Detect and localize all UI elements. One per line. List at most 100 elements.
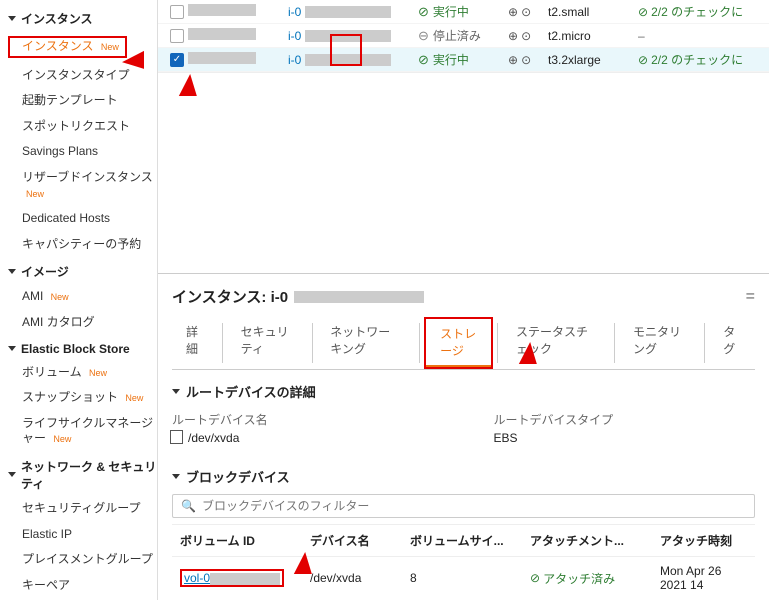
tab[interactable]: 詳細 [172, 317, 218, 369]
cell-attach-time: Mon Apr 26 2021 14 [652, 557, 755, 599]
annotation-box: インスタンス New [8, 36, 127, 58]
instance-row[interactable]: i-0⊘実行中⊕⊙ t2.small⊘ 2/2 のチェックに [158, 0, 769, 24]
cell-volume-size: 8 [402, 564, 522, 592]
detail-title: インスタンス: i-0 [172, 286, 424, 307]
nav-group-header[interactable]: インスタンス [8, 4, 157, 31]
root-device-type-value: EBS [494, 431, 756, 445]
sidebar-item[interactable]: スポットリクエスト [8, 114, 157, 140]
sidebar-item[interactable]: リザーブドインスタンス New [8, 165, 157, 206]
check-circle-icon: ⊘ [530, 571, 540, 585]
root-device-type-label: ルートデバイスタイプ [494, 411, 756, 428]
instance-type: t3.2xlarge [548, 53, 638, 67]
status-icon: ⊘ [418, 52, 429, 68]
root-device-name-label: ルートデバイス名 [172, 411, 434, 428]
cell-attachment-status: ⊘アタッチ済み [522, 563, 652, 594]
annotation-arrow [519, 342, 539, 364]
tab[interactable]: ストレージ [426, 319, 491, 367]
new-badge: New [101, 42, 119, 52]
nav-group-header[interactable]: ネットワーク & セキュリティ [8, 452, 157, 496]
new-badge: New [125, 393, 143, 403]
alarm-icon[interactable]: ⊕ [508, 53, 518, 67]
sidebar-item[interactable]: セキュリティグループ [8, 496, 157, 522]
tab[interactable]: タグ [709, 317, 755, 369]
copy-icon[interactable] [172, 432, 183, 444]
instance-row[interactable]: i-0⊖停止済み⊕⊙t2.micro– [158, 24, 769, 48]
caret-down-icon [172, 389, 180, 394]
tab[interactable]: セキュリティ [227, 317, 308, 369]
instance-status: ⊘実行中 [418, 51, 508, 68]
filter-input[interactable] [202, 499, 746, 513]
row-checkbox[interactable] [170, 5, 184, 19]
sidebar-item[interactable]: スナップショット New [8, 385, 157, 411]
volume-id-link[interactable]: vol-0 [184, 571, 210, 585]
block-device-filter[interactable]: 🔍 [172, 494, 755, 518]
annotation-box [330, 34, 362, 66]
detail-tabs: 詳細セキュリティネットワーキングストレージステータスチェックモニタリングタグ [172, 317, 755, 370]
status-check: – [638, 29, 761, 43]
sidebar-item[interactable]: ボリューム New [8, 360, 157, 386]
tab[interactable]: ネットワーキング [316, 317, 415, 369]
row-checkbox[interactable] [170, 53, 184, 67]
detail-panel: インスタンス: i-0 = 詳細セキュリティネットワーキングストレージステータス… [158, 273, 769, 600]
sidebar-item[interactable]: プレイスメントグループ [8, 547, 157, 573]
new-badge: New [51, 292, 69, 302]
check-circle-icon: ⊘ [638, 53, 648, 67]
sidebar-item[interactable]: Savings Plans [8, 139, 157, 165]
search-icon: 🔍 [181, 499, 196, 513]
caret-down-icon [8, 472, 16, 477]
instance-status: ⊘実行中 [418, 3, 508, 20]
col-volume-id[interactable]: ボリューム ID [172, 525, 302, 556]
sidebar-item[interactable]: キャパシティーの予約 [8, 232, 157, 258]
caret-down-icon [8, 16, 16, 21]
caret-down-icon [172, 474, 180, 479]
annotation-arrow [179, 74, 199, 96]
alarm-icon[interactable]: ⊕ [508, 5, 518, 19]
col-attach-time[interactable]: アタッチ時刻 [652, 525, 755, 556]
nav-group-header[interactable]: イメージ [8, 257, 157, 284]
instance-type: t2.small [548, 5, 638, 19]
section-block-devices[interactable]: ブロックデバイス [172, 455, 755, 492]
instance-table: i-0⊘実行中⊕⊙t2.small⊘ 2/2 のチェックにi-0⊖停止済み⊕⊙t… [158, 0, 769, 73]
annotation-box: ストレージ [424, 317, 493, 369]
status-icon: ⊖ [418, 28, 429, 44]
tab[interactable]: モニタリング [619, 317, 700, 369]
instance-row[interactable]: i-0⊘実行中⊕⊙t3.2xlarge⊘ 2/2 のチェックに [158, 48, 769, 72]
panel-layout-icon[interactable]: = [746, 288, 755, 306]
nav-group-header[interactable]: Elastic Block Store [8, 336, 157, 360]
search-icon[interactable]: ⊙ [521, 5, 531, 19]
sidebar-item[interactable]: Elastic IP [8, 522, 157, 548]
search-icon[interactable]: ⊙ [521, 53, 531, 67]
col-attachment[interactable]: アタッチメント... [522, 525, 652, 556]
section-root-device[interactable]: ルートデバイスの詳細 [172, 370, 755, 407]
sidebar-item[interactable]: AMI カタログ [8, 310, 157, 336]
col-device-name[interactable]: デバイス名 [302, 525, 402, 556]
volume-table: ボリューム ID デバイス名 ボリュームサイ... アタッチメント... アタッ… [172, 524, 755, 599]
status-check: ⊘ 2/2 のチェックに [638, 51, 761, 68]
annotation-arrow [122, 51, 144, 71]
row-checkbox[interactable] [170, 29, 184, 43]
root-device-name-value: /dev/xvda [172, 431, 434, 445]
status-icon: ⊘ [418, 4, 429, 20]
sidebar-item[interactable]: キーペア [8, 573, 157, 599]
annotation-box: vol-0 [180, 569, 284, 587]
sidebar-item[interactable]: Dedicated Hosts [8, 206, 157, 232]
volume-row: vol-0 /dev/xvda 8 ⊘アタッチ済み Mon Apr 26 202… [172, 557, 755, 599]
sidebar-item[interactable]: 起動テンプレート [8, 88, 157, 114]
instance-status: ⊖停止済み [418, 27, 508, 44]
caret-down-icon [8, 269, 16, 274]
sidebar-item[interactable]: AMI New [8, 284, 157, 310]
caret-down-icon [8, 346, 16, 351]
new-badge: New [89, 368, 107, 378]
cell-device-name: /dev/xvda [302, 564, 402, 592]
instance-type: t2.micro [548, 29, 638, 43]
check-circle-icon: ⊘ [638, 5, 648, 19]
search-icon[interactable]: ⊙ [521, 29, 531, 43]
instance-id-link[interactable]: i-0 [288, 5, 418, 19]
sidebar-item[interactable]: ライフサイクルマネージャー New [8, 411, 157, 452]
alarm-icon[interactable]: ⊕ [508, 29, 518, 43]
status-check: ⊘ 2/2 のチェックに [638, 3, 761, 20]
sidebar: インスタンスインスタンス Newインスタンスタイプ起動テンプレートスポットリクエ… [0, 0, 158, 600]
new-badge: New [26, 189, 44, 199]
col-volume-size[interactable]: ボリュームサイ... [402, 525, 522, 556]
main-area: i-0⊘実行中⊕⊙t2.small⊘ 2/2 のチェックにi-0⊖停止済み⊕⊙t… [158, 0, 769, 600]
